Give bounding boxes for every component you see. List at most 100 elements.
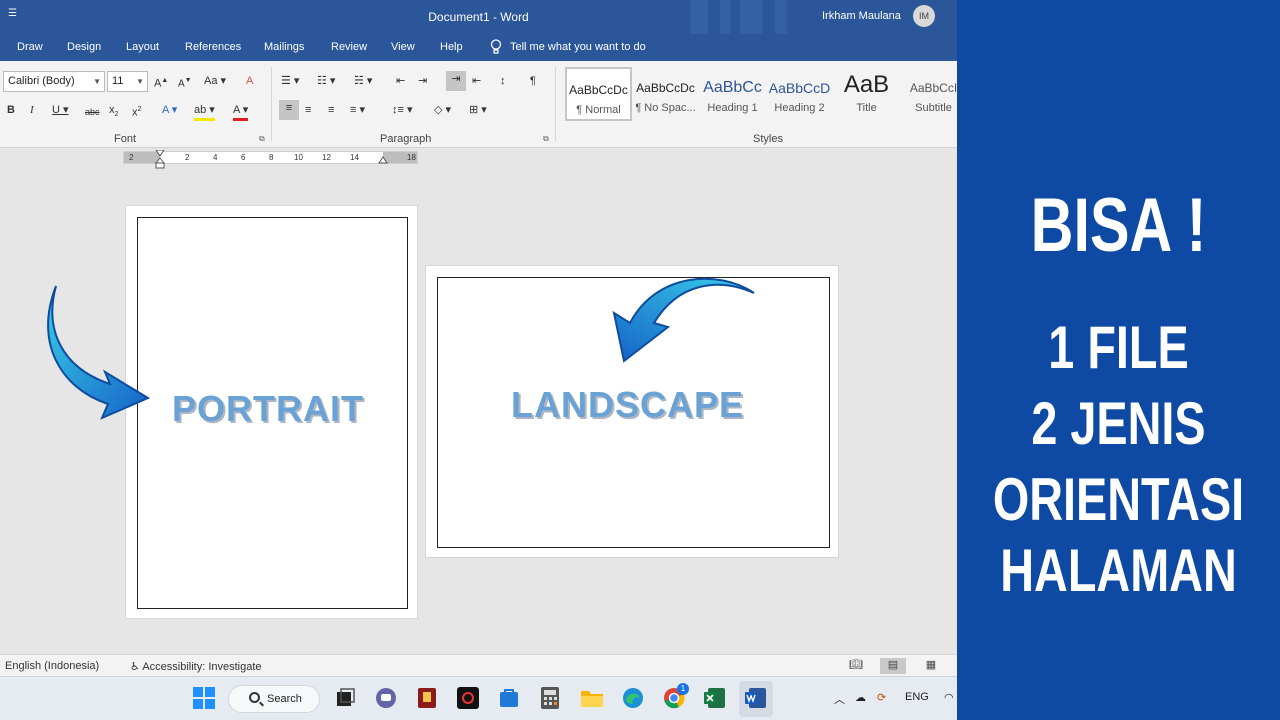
- accessibility-label: Accessibility: Investigate: [142, 661, 262, 673]
- document-title: Document1 - Word: [428, 10, 529, 24]
- font-dialog-launcher-icon[interactable]: ⧉: [259, 134, 265, 144]
- superscript-icon[interactable]: x2: [132, 102, 141, 121]
- paragraph-group-label: Paragraph: [380, 133, 432, 145]
- ruler-tick: 10: [294, 153, 303, 162]
- bold-icon[interactable]: B: [7, 102, 15, 118]
- user-name[interactable]: Irkham Maulana: [822, 10, 901, 22]
- style-name: Title: [856, 102, 877, 114]
- horizontal-ruler[interactable]: 2 2 4 6 8 10 12 14 18: [123, 150, 418, 169]
- word-icon[interactable]: [744, 686, 768, 710]
- tab-view[interactable]: View: [391, 41, 415, 53]
- task-view-icon[interactable]: [333, 686, 357, 710]
- clear-formatting-icon[interactable]: A: [246, 73, 253, 89]
- media-app-icon[interactable]: [456, 686, 480, 710]
- tab-layout[interactable]: Layout: [126, 41, 159, 53]
- style-heading-1[interactable]: AaBbCc Heading 1: [699, 67, 766, 121]
- teams-chat-icon[interactable]: [374, 686, 398, 710]
- paragraph-dialog-launcher-icon[interactable]: ⧉: [543, 134, 549, 144]
- strikethrough-icon[interactable]: abc: [85, 104, 100, 120]
- tell-me-label: Tell me what you want to do: [510, 41, 646, 53]
- show-formatting-marks-icon[interactable]: ¶: [530, 73, 536, 89]
- font-size-value: 11: [112, 75, 124, 87]
- style-preview: AaBbCcDc: [569, 83, 628, 97]
- style-name: Heading 1: [707, 102, 758, 114]
- search-label: Search: [267, 693, 302, 705]
- shrink-font-icon[interactable]: A▼: [178, 73, 192, 92]
- justify-icon[interactable]: ≡ ▾: [350, 102, 365, 118]
- taskbar-search[interactable]: Search: [228, 685, 320, 713]
- windows-start-icon[interactable]: [192, 686, 216, 710]
- tab-review[interactable]: Review: [331, 41, 367, 53]
- bullets-icon[interactable]: ☰ ▾: [281, 73, 299, 89]
- wifi-icon[interactable]: ◠: [944, 691, 954, 704]
- sort-icon[interactable]: ↕: [500, 73, 506, 89]
- file-explorer-icon[interactable]: [580, 686, 604, 710]
- shading-icon[interactable]: ◇ ▾: [434, 102, 451, 118]
- ruler-tick: 12: [322, 153, 331, 162]
- subscript-icon[interactable]: x2: [109, 102, 118, 123]
- onedrive-cloud-icon[interactable]: ☁: [855, 691, 866, 704]
- title-bar: ☰ Document1 - Word Irkham Maulana IM: [0, 0, 957, 34]
- accessibility-status[interactable]: ♿︎ Accessibility: Investigate: [130, 660, 262, 673]
- print-layout-icon[interactable]: ▤: [880, 658, 906, 674]
- underline-icon[interactable]: U ▾: [52, 102, 69, 118]
- change-case-icon[interactable]: Aa ▾: [204, 73, 226, 89]
- decrease-indent-icon[interactable]: ⇤: [396, 73, 405, 89]
- style-name: Subtitle: [915, 102, 952, 114]
- tab-design[interactable]: Design: [67, 41, 101, 53]
- sync-icon[interactable]: ⟳: [877, 691, 886, 704]
- word-window: ☰ Document1 - Word Irkham Maulana IM Dra…: [0, 0, 957, 720]
- italic-icon[interactable]: I: [30, 102, 34, 118]
- edge-browser-icon[interactable]: [621, 686, 645, 710]
- grow-font-icon[interactable]: A▲: [154, 73, 168, 92]
- calculator-icon[interactable]: [538, 686, 562, 710]
- style-heading-2[interactable]: AaBbCcD Heading 2: [766, 67, 833, 121]
- line-spacing-icon[interactable]: ↕≡ ▾: [392, 102, 413, 118]
- borders-icon[interactable]: ⊞ ▾: [469, 102, 487, 118]
- avatar[interactable]: IM: [913, 5, 935, 27]
- style-normal[interactable]: AaBbCcDc ¶ Normal: [565, 67, 632, 121]
- font-family-select[interactable]: Calibri (Body) ▼: [3, 71, 105, 92]
- ruler-tick: 18: [407, 153, 416, 162]
- ribbon: Calibri (Body) ▼ 11 ▼ A▲ A▼ Aa ▾ A B I U…: [0, 61, 957, 148]
- align-left-icon[interactable]: ≡: [279, 100, 299, 120]
- web-layout-icon[interactable]: ▦: [918, 658, 944, 674]
- landscape-label: LANDSCAPE: [511, 384, 745, 425]
- tab-references[interactable]: References: [185, 41, 241, 53]
- increase-indent-icon[interactable]: ⇥: [418, 73, 427, 89]
- indent-marker-icon[interactable]: [155, 150, 165, 170]
- text-effects-icon[interactable]: A ▾: [162, 102, 177, 118]
- style-subtitle[interactable]: AaBbCcI Subtitle: [900, 67, 957, 121]
- font-color-icon[interactable]: A ▾: [233, 102, 249, 121]
- read-mode-icon[interactable]: 📖︎: [843, 658, 869, 674]
- tell-me-search[interactable]: Tell me what you want to do: [490, 39, 646, 55]
- tab-mailings[interactable]: Mailings: [264, 41, 304, 53]
- lightbulb-icon: [490, 39, 502, 54]
- app-icon[interactable]: [415, 686, 439, 710]
- ruler-tick: 4: [213, 153, 218, 162]
- style-name: ¶ No Spac...: [635, 102, 696, 114]
- style-title[interactable]: AaB Title: [833, 67, 900, 121]
- align-right-icon[interactable]: ≡: [328, 102, 334, 118]
- ruler-tick: 8: [269, 153, 274, 162]
- tab-draw[interactable]: Draw: [17, 41, 43, 53]
- store-icon[interactable]: [497, 686, 521, 710]
- numbering-icon[interactable]: ☷ ▾: [317, 73, 335, 89]
- excel-icon[interactable]: [703, 686, 727, 710]
- portrait-page[interactable]: PORTRAIT: [125, 205, 418, 619]
- right-indent-marker-icon[interactable]: [378, 156, 388, 166]
- input-language[interactable]: ENG: [905, 691, 929, 703]
- multilevel-list-icon[interactable]: ☵ ▾: [354, 73, 372, 89]
- align-center-icon[interactable]: ≡: [305, 102, 311, 118]
- search-icon: [249, 692, 260, 703]
- tab-help[interactable]: Help: [440, 41, 463, 53]
- ltr-direction-icon[interactable]: ⇥: [446, 71, 466, 91]
- highlight-icon[interactable]: ab ▾: [194, 102, 215, 121]
- style-no-spacing[interactable]: AaBbCcDc ¶ No Spac...: [632, 67, 699, 121]
- ruler-tick: 2: [185, 153, 190, 162]
- tray-chevron-up-icon[interactable]: ︿: [834, 691, 845, 707]
- font-size-select[interactable]: 11 ▼: [107, 71, 148, 92]
- accessibility-icon: ♿︎: [130, 661, 143, 673]
- language-status[interactable]: English (Indonesia): [5, 660, 99, 672]
- rtl-direction-icon[interactable]: ⇤: [472, 73, 481, 89]
